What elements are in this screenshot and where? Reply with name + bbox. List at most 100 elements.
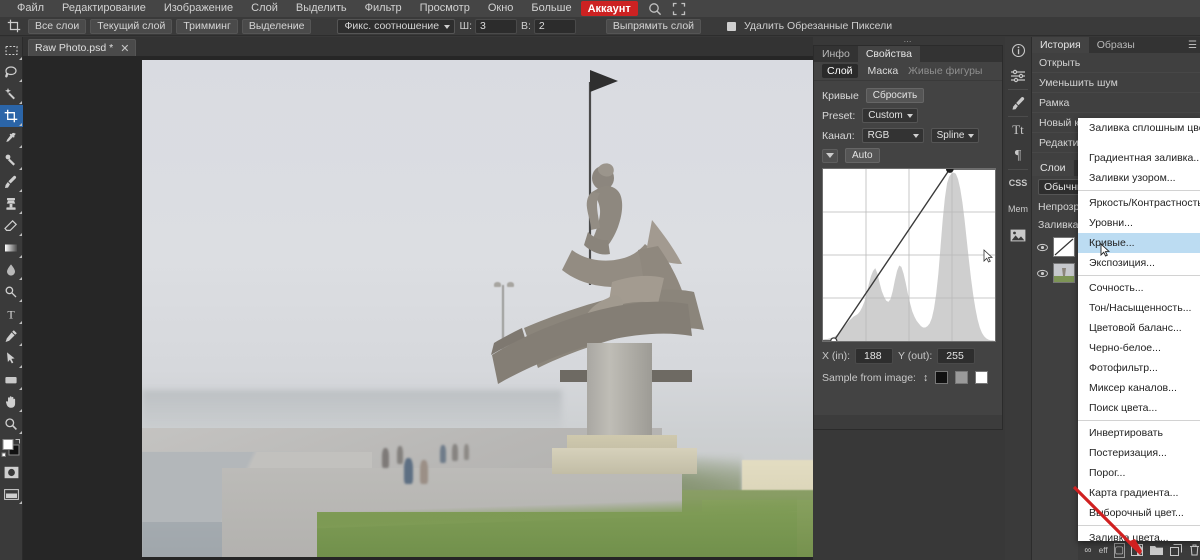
tab-info[interactable]: Инфо <box>814 46 858 62</box>
y-out-value[interactable]: 255 <box>937 348 976 364</box>
dodge-tool[interactable] <box>0 281 23 303</box>
adjustments-icon[interactable] <box>1005 63 1032 89</box>
panel-splitter[interactable]: ⋯ <box>813 37 1003 46</box>
menu-item-solid-color[interactable]: Заливка сплошным цветом... <box>1078 118 1200 148</box>
menu-item-vibrance[interactable]: Сочность... <box>1078 278 1200 298</box>
menu-item-color-balance[interactable]: Цветовой баланс... <box>1078 318 1200 338</box>
gray-point-swatch[interactable] <box>955 371 969 384</box>
straighten-button[interactable]: Выпрямить слой <box>605 18 702 34</box>
photo-canvas[interactable] <box>142 60 813 557</box>
menu-item-threshold[interactable]: Порог... <box>1078 463 1200 483</box>
eye-icon[interactable] <box>1037 242 1048 253</box>
fullscreen-icon[interactable] <box>672 2 686 16</box>
menu-item-color-lookup[interactable]: Поиск цвета... <box>1078 398 1200 418</box>
current-layer-button[interactable]: Текущий слой <box>90 18 173 34</box>
x-in-value[interactable]: 188 <box>855 348 894 364</box>
curve-options-toggle[interactable] <box>822 148 838 163</box>
delete-cropped-pixels-checkbox[interactable]: Удалить Обрезанные Пиксели <box>727 20 892 32</box>
foreground-background-color[interactable] <box>0 435 23 461</box>
menu-item-view[interactable]: Просмотр <box>411 0 479 17</box>
tab-snapshots[interactable]: Образы <box>1089 37 1143 53</box>
paragraph-icon[interactable]: ¶ <box>1005 143 1032 169</box>
document-tab[interactable]: Raw Photo.psd * ✕ <box>28 39 137 56</box>
zoom-tool[interactable] <box>0 413 23 435</box>
pen-tool[interactable] <box>0 325 23 347</box>
menu-item-pattern-fill[interactable]: Заливки узором... <box>1078 168 1200 188</box>
magic-wand-tool[interactable] <box>0 83 23 105</box>
auto-button[interactable]: Auto <box>845 148 880 163</box>
menu-item-levels[interactable]: Уровни... <box>1078 213 1200 233</box>
width-input[interactable]: 3 <box>475 18 517 34</box>
subtab-live-shapes[interactable]: Живые фигуры <box>908 65 982 77</box>
character-icon[interactable]: Tt <box>1005 117 1032 143</box>
image-icon[interactable] <box>1005 222 1032 248</box>
sample-updown-icon[interactable]: ↕ <box>923 372 928 384</box>
quick-mask-toggle[interactable] <box>0 461 23 483</box>
healing-brush-tool[interactable] <box>0 149 23 171</box>
history-item[interactable]: Рамка <box>1032 93 1200 113</box>
menu-item-exposure[interactable]: Экспозиция... <box>1078 253 1200 273</box>
clone-stamp-tool[interactable] <box>0 193 23 215</box>
menu-item-select[interactable]: Выделить <box>287 0 356 17</box>
tab-history[interactable]: История <box>1032 37 1089 53</box>
menu-item-file[interactable]: Файл <box>8 0 53 17</box>
marquee-tool[interactable] <box>0 39 23 61</box>
adjustment-layer-menu[interactable]: Заливка сплошным цветом... Градиентная з… <box>1078 118 1200 544</box>
type-tool[interactable]: T <box>0 303 23 325</box>
height-input[interactable]: 2 <box>533 18 576 34</box>
menu-item-photo-filter[interactable]: Фотофильтр... <box>1078 358 1200 378</box>
info-icon[interactable] <box>1005 37 1032 63</box>
account-button[interactable]: Аккаунт <box>580 1 638 16</box>
close-icon[interactable]: ✕ <box>120 42 129 55</box>
eye-icon[interactable] <box>1037 268 1048 279</box>
path-selection-tool[interactable] <box>0 347 23 369</box>
memory-icon[interactable]: Mem <box>1005 196 1032 222</box>
menu-item-brightness-contrast[interactable]: Яркость/Контрастность... <box>1078 193 1200 213</box>
all-layers-button[interactable]: Все слои <box>28 18 87 34</box>
brush-presets-icon[interactable] <box>1005 90 1032 116</box>
menu-item-channel-mixer[interactable]: Миксер каналов... <box>1078 378 1200 398</box>
tab-layers[interactable]: Слои <box>1032 160 1074 176</box>
menu-item-filter[interactable]: Фильтр <box>356 0 411 17</box>
subtab-layer[interactable]: Слой <box>822 64 858 78</box>
menu-item-gradient-fill[interactable]: Градиентная заливка... <box>1078 148 1200 168</box>
trim-button[interactable]: Тримминг <box>176 18 238 34</box>
menu-item-layer[interactable]: Слой <box>242 0 287 17</box>
history-item[interactable]: Открыть <box>1032 53 1200 73</box>
shape-tool[interactable] <box>0 369 23 391</box>
menu-item-hue-saturation[interactable]: Тон/Насыщенность... <box>1078 298 1200 318</box>
menu-item-curves[interactable]: Кривые... <box>1078 233 1200 253</box>
white-point-swatch[interactable] <box>975 371 989 384</box>
menu-item-edit[interactable]: Редактирование <box>53 0 155 17</box>
lasso-tool[interactable] <box>0 61 23 83</box>
photo-layer-thumbnail[interactable] <box>1053 263 1075 283</box>
curves-layer-thumbnail[interactable] <box>1053 237 1075 257</box>
curves-graph[interactable] <box>822 168 996 342</box>
eraser-tool[interactable] <box>0 215 23 237</box>
screen-mode-toggle[interactable] <box>0 483 23 505</box>
blur-tool[interactable] <box>0 259 23 281</box>
channel-select[interactable]: RGB <box>861 128 924 143</box>
reset-button[interactable]: Сбросить <box>865 88 925 103</box>
tab-properties[interactable]: Свойства <box>857 46 920 62</box>
history-item[interactable]: Уменьшить шум <box>1032 73 1200 93</box>
subtab-mask[interactable]: Маска <box>868 65 899 77</box>
search-icon[interactable] <box>648 2 662 16</box>
brush-tool[interactable] <box>0 171 23 193</box>
hand-tool[interactable] <box>0 391 23 413</box>
selection-button[interactable]: Выделение <box>241 18 312 34</box>
menu-item-image[interactable]: Изображение <box>155 0 242 17</box>
crop-tool[interactable] <box>0 105 23 127</box>
menu-item-more[interactable]: Больше <box>522 0 580 17</box>
curve-type-select[interactable]: Spline <box>930 128 980 143</box>
gradient-tool[interactable] <box>0 237 23 259</box>
menu-item-posterize[interactable]: Постеризация... <box>1078 443 1200 463</box>
preset-select[interactable]: Custom <box>862 108 918 123</box>
panel-menu-icon[interactable]: ☰ <box>1188 40 1197 51</box>
menu-item-window[interactable]: Окно <box>479 0 523 17</box>
aspect-ratio-select[interactable]: Фикс. соотношение <box>337 18 456 34</box>
black-point-swatch[interactable] <box>935 371 949 384</box>
menu-item-invert[interactable]: Инвертировать <box>1078 423 1200 443</box>
canvas-area[interactable] <box>23 57 813 560</box>
css-icon[interactable]: CSS <box>1005 170 1032 196</box>
